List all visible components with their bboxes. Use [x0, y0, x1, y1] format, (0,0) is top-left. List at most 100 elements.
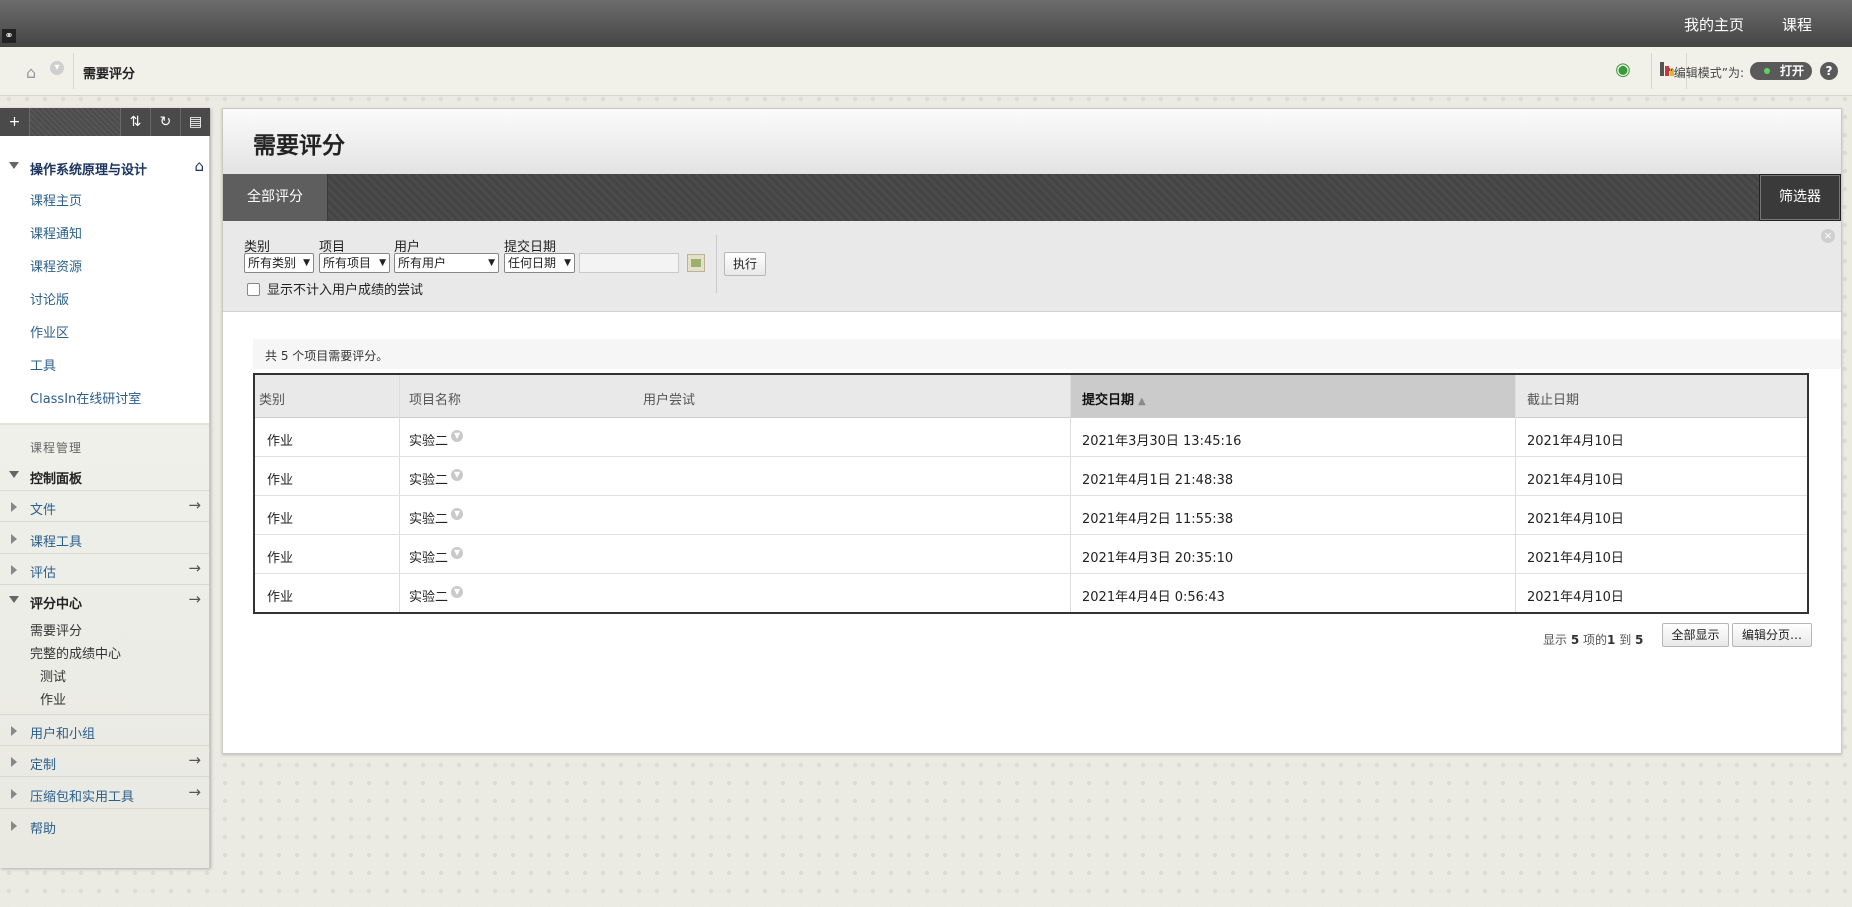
calendar-icon[interactable]: [687, 254, 705, 272]
section-packages-utilities[interactable]: 压缩包和实用工具 →: [0, 778, 209, 809]
refresh-icon[interactable]: ↻: [150, 108, 180, 136]
sidebar-item-classin[interactable]: ClassIn在线研讨室: [30, 388, 141, 407]
sidebar-item-needs-grading[interactable]: 需要评分: [30, 620, 82, 639]
arrow-right-icon[interactable]: →: [188, 783, 201, 801]
filter-button[interactable]: 筛选器: [1759, 174, 1841, 221]
cell-item[interactable]: 实验二 ▼: [409, 547, 464, 566]
sidebar-item-course-home[interactable]: 课程主页: [30, 190, 82, 209]
tab-my-home[interactable]: 我的主页: [1684, 14, 1744, 35]
breadcrumb-home[interactable]: ⌂ ▾: [22, 61, 74, 82]
section-label[interactable]: 压缩包和实用工具: [30, 786, 134, 805]
chevron-down-icon[interactable]: ▼: [451, 508, 464, 520]
user-select[interactable]: 所有用户 ▼: [394, 253, 499, 273]
control-panel-label[interactable]: 控制面板: [30, 468, 82, 487]
arrow-right-icon[interactable]: →: [188, 751, 201, 769]
item-name[interactable]: 实验二: [409, 590, 448, 605]
sidebar-item-full-grade-center[interactable]: 完整的成绩中心: [30, 643, 121, 662]
section-grade-center[interactable]: 评分中心 →: [0, 585, 209, 615]
table-row[interactable]: 作业 实验二 ▼ 2021年4月1日 21:48:38 2021年4月10日: [255, 457, 1807, 496]
summary-band: 共 5 个项目需要评分。: [253, 339, 1841, 369]
cell-item[interactable]: 实验二 ▼: [409, 430, 464, 449]
table-row[interactable]: 作业 实验二 ▼ 2021年3月30日 13:45:16 2021年4月10日: [255, 418, 1807, 457]
expand-triangle-icon[interactable]: [11, 726, 17, 736]
chevron-down-icon[interactable]: ▼: [451, 469, 464, 481]
sidebar-item-assignments[interactable]: 作业区: [30, 322, 69, 341]
course-title[interactable]: 操作系统原理与设计: [30, 159, 147, 178]
section-label[interactable]: 评估: [30, 562, 56, 581]
column-header-due-date[interactable]: 截止日期: [1527, 389, 1579, 408]
chevron-down-icon[interactable]: ▼: [451, 547, 464, 559]
course-title-row[interactable]: 操作系统原理与设计 ⌂: [0, 156, 209, 178]
section-label[interactable]: 课程工具: [30, 531, 82, 550]
category-select[interactable]: 所有类别 ▼: [244, 253, 314, 273]
section-users-groups[interactable]: 用户和小组: [0, 714, 209, 746]
chevron-down-icon[interactable]: ▼: [451, 586, 464, 598]
column-header-category[interactable]: 类别: [259, 389, 285, 408]
expand-triangle-icon[interactable]: [11, 534, 17, 544]
sidebar-item-tests[interactable]: 测试: [40, 666, 66, 685]
collapse-triangle-icon[interactable]: [9, 596, 19, 603]
arrow-right-icon[interactable]: →: [188, 590, 201, 608]
collapse-triangle-icon[interactable]: [9, 471, 19, 478]
section-evaluation[interactable]: 评估 →: [0, 554, 209, 585]
link-icon[interactable]: ⚭: [2, 29, 16, 43]
section-course-tools[interactable]: 课程工具: [0, 523, 209, 554]
expand-triangle-icon[interactable]: [11, 789, 17, 799]
item-name[interactable]: 实验二: [409, 473, 448, 488]
arrow-right-icon[interactable]: →: [188, 496, 201, 514]
home-icon[interactable]: ⌂: [194, 157, 204, 175]
expand-triangle-icon[interactable]: [11, 757, 17, 767]
table-row[interactable]: 作业 实验二 ▼ 2021年4月3日 20:35:10 2021年4月10日: [255, 535, 1807, 574]
table-row[interactable]: 作业 实验二 ▼ 2021年4月2日 11:55:38 2021年4月10日: [255, 496, 1807, 535]
section-label[interactable]: 帮助: [30, 818, 56, 837]
section-label[interactable]: 文件: [30, 499, 56, 518]
sidebar-item-assignments-grades[interactable]: 作业: [40, 689, 66, 708]
add-menu-item-icon[interactable]: +: [0, 108, 30, 136]
tab-course[interactable]: 课程: [1782, 14, 1812, 56]
home-icon[interactable]: ⌂: [26, 63, 42, 82]
section-label[interactable]: 定制: [30, 754, 56, 773]
cell-item[interactable]: 实验二 ▼: [409, 508, 464, 527]
close-icon[interactable]: ×: [1821, 229, 1835, 243]
item-name[interactable]: 实验二: [409, 512, 448, 527]
cell-item[interactable]: 实验二 ▼: [409, 469, 464, 488]
student-preview-icon[interactable]: ◉: [1610, 59, 1636, 80]
table-row[interactable]: 作业 实验二 ▼ 2021年4月4日 0:56:43 2021年4月10日: [255, 574, 1807, 612]
item-name[interactable]: 实验二: [409, 434, 448, 449]
folder-view-icon[interactable]: ▤: [180, 108, 210, 136]
expand-triangle-icon[interactable]: [11, 502, 17, 512]
section-label[interactable]: 用户和小组: [30, 723, 95, 742]
item-name[interactable]: 实验二: [409, 551, 448, 566]
arrow-right-icon[interactable]: →: [188, 559, 201, 577]
cell-item[interactable]: 实验二 ▼: [409, 586, 464, 605]
control-panel-header[interactable]: 控制面板: [0, 460, 209, 491]
help-icon[interactable]: ?: [1820, 62, 1838, 80]
show-all-button[interactable]: 全部显示: [1662, 623, 1729, 647]
date-input[interactable]: [579, 253, 679, 273]
expand-triangle-icon[interactable]: [11, 821, 17, 831]
item-select[interactable]: 所有项目 ▼: [319, 253, 390, 273]
chevron-down-icon[interactable]: ▼: [451, 430, 464, 442]
reorder-icon[interactable]: ⇅: [120, 108, 150, 136]
column-header-user-attempt[interactable]: 用户尝试: [643, 389, 695, 408]
column-header-submitted-date[interactable]: 提交日期 ▲: [1082, 389, 1146, 408]
sidebar-item-tools[interactable]: 工具: [30, 355, 56, 374]
section-label[interactable]: 评分中心: [30, 593, 82, 612]
chevron-down-icon[interactable]: ▾: [50, 61, 64, 75]
section-customization[interactable]: 定制 →: [0, 746, 209, 777]
exclude-attempts-checkbox[interactable]: [247, 283, 260, 296]
edit-paging-button[interactable]: 编辑分页…: [1732, 623, 1812, 647]
sidebar-item-resources[interactable]: 课程资源: [30, 256, 82, 275]
collapse-triangle-icon[interactable]: [9, 162, 19, 169]
sidebar-item-announcements[interactable]: 课程通知: [30, 223, 82, 242]
sort-ascending-icon[interactable]: ▲: [1138, 396, 1146, 407]
sidebar-item-discussion[interactable]: 讨论版: [30, 289, 69, 308]
edit-mode-toggle[interactable]: 打开: [1750, 62, 1812, 80]
column-header-item-name[interactable]: 项目名称: [409, 389, 461, 408]
section-help[interactable]: 帮助: [0, 810, 209, 840]
date-select[interactable]: 任何日期 ▼: [504, 253, 575, 273]
tab-all-grading[interactable]: 全部评分: [223, 174, 328, 221]
execute-button[interactable]: 执行: [724, 252, 766, 276]
expand-triangle-icon[interactable]: [11, 565, 17, 575]
section-files[interactable]: 文件 →: [0, 491, 209, 522]
